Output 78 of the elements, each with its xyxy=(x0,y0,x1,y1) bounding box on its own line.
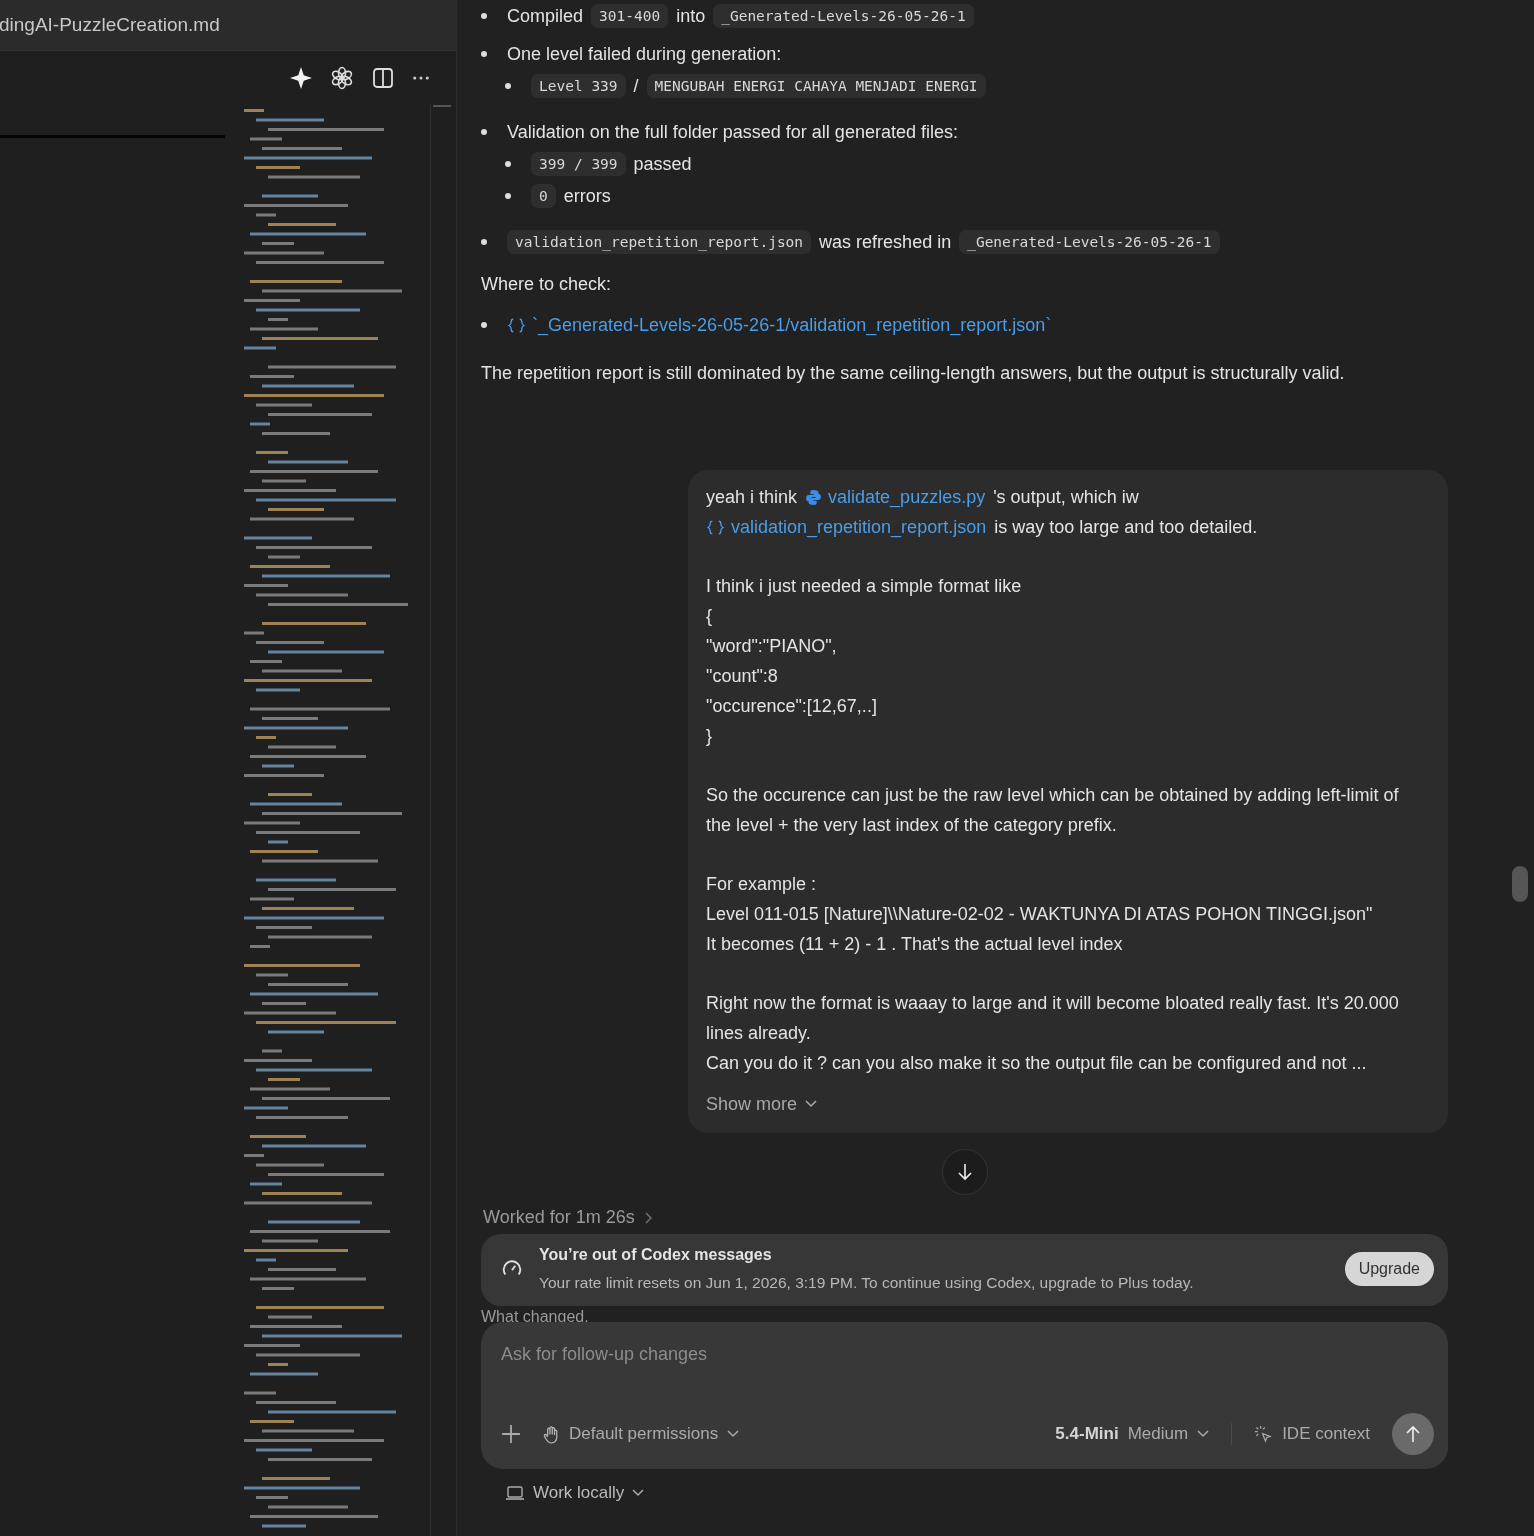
message-text: was refreshed in xyxy=(819,231,952,253)
chevron-right-icon xyxy=(644,1211,653,1224)
message-text: It becomes (11 + 2) - 1 . That's the actual level index xyxy=(706,933,1123,956)
inline-code: Level 339 xyxy=(531,74,626,98)
message-text: Compiled xyxy=(507,5,584,27)
chevron-down-icon xyxy=(805,1100,818,1108)
inline-code: _Generated-Levels-26-05-26-1 xyxy=(713,4,974,28)
bullet xyxy=(481,322,487,328)
message-text: } xyxy=(706,725,712,748)
worked-for-toggle[interactable]: Worked for 1m 26s xyxy=(483,1207,653,1228)
file-tab[interactable]: dingAI-PuzzleCreation.md xyxy=(0,14,220,36)
bullet xyxy=(481,13,487,19)
message-text: errors xyxy=(563,185,611,207)
bullet xyxy=(505,193,511,199)
message-text: is way too large and too detailed. xyxy=(994,516,1258,539)
message-text: One level failed during generation: xyxy=(507,43,782,65)
section-heading: Where to check: xyxy=(481,274,613,295)
message-text: Validation on the full folder passed for all generated files: xyxy=(507,121,958,143)
ide-context-toggle[interactable]: IDE context xyxy=(1254,1424,1370,1444)
arrow-up-icon xyxy=(1405,1425,1421,1443)
inline-code: 0 xyxy=(531,184,556,208)
message-text: / xyxy=(633,75,639,97)
send-button[interactable] xyxy=(1392,1413,1434,1455)
banner-message: Your rate limit resets on Jun 1, 2026, 3:19 PM. To continue using Codex, upgrade to Plus today. xyxy=(539,1274,1195,1292)
message-text: passed xyxy=(633,153,692,175)
message-text: So the occurence can just be the raw level which can be obtained by adding left-limit of the level + the very last index of the category prefix. xyxy=(706,784,1400,837)
python-icon xyxy=(805,488,823,506)
chevron-down-icon xyxy=(1197,1430,1210,1438)
chevron-down-icon xyxy=(632,1489,645,1497)
bullet xyxy=(481,129,487,135)
permissions-dropdown[interactable]: Default permissions xyxy=(543,1424,740,1444)
message-text: into xyxy=(676,5,706,27)
banner-title: You’re out of Codex messages xyxy=(539,1246,773,1264)
flower-knot-icon[interactable] xyxy=(330,66,354,90)
message-text: For example : xyxy=(706,873,817,896)
message-text: I think i just needed a simple format like xyxy=(706,575,1022,598)
scrollbar-thumb[interactable] xyxy=(1512,866,1528,902)
plus-icon[interactable] xyxy=(501,1424,521,1444)
upgrade-button[interactable]: Upgrade xyxy=(1344,1252,1434,1286)
message-text: "count":8 xyxy=(706,665,778,688)
model-dropdown[interactable]: 5.4-Mini Medium xyxy=(1055,1424,1210,1444)
inline-code: MENGUBAH ENERGI CAHAYA MENJADI ENERGI xyxy=(646,74,986,98)
scrollbar-thumb[interactable] xyxy=(433,105,451,107)
message-text: Right now the format is waaay to large and it will become bloated really fast. It's 20.000 lines already. xyxy=(706,992,1400,1045)
arrow-down-icon xyxy=(956,1163,973,1181)
chevron-down-icon xyxy=(727,1430,740,1438)
message-text: { xyxy=(706,605,712,628)
message-text: 's output, which iw xyxy=(993,486,1139,509)
bullet xyxy=(505,83,511,89)
split-view-icon[interactable] xyxy=(372,67,394,89)
message-text: "word":"PIANO", xyxy=(706,635,837,658)
bullet xyxy=(481,51,487,57)
show-more-button[interactable]: Show more xyxy=(706,1089,818,1119)
message-text: yeah i think xyxy=(706,486,798,509)
inline-code: _Generated-Levels-26-05-26-1 xyxy=(959,230,1220,254)
cursor-sparkle-icon xyxy=(1254,1424,1274,1444)
message-text: Can you do it ? can you also make it so the output file can be configured and not ... xyxy=(706,1052,1367,1075)
scroll-down-button[interactable] xyxy=(941,1149,988,1195)
inline-code: 301-400 xyxy=(591,4,669,28)
work-mode-dropdown[interactable]: Work locally xyxy=(505,1483,645,1503)
file-link[interactable]: validation_repetition_report.json xyxy=(706,512,987,542)
laptop-icon xyxy=(505,1485,525,1501)
summary-paragraph: The repetition report is still dominated by the same ceiling-length answers, but the output is structurally valid. xyxy=(481,363,1346,384)
braces-icon xyxy=(507,316,526,334)
file-link[interactable]: validate_puzzles.py xyxy=(805,482,986,512)
file-link[interactable]: `_Generated-Levels-26-05-26-1/validation_repetition_report.json` xyxy=(507,314,1052,336)
bullet xyxy=(481,239,487,245)
message-text: What changed. xyxy=(481,1308,590,1322)
bullet xyxy=(505,161,511,167)
more-icon[interactable] xyxy=(412,75,430,81)
message-text: "occurence":[12,67,..] xyxy=(706,695,877,718)
hand-icon xyxy=(543,1424,560,1444)
inline-code: 399 / 399 xyxy=(531,152,626,176)
prompt-input[interactable]: Ask for follow-up changes xyxy=(501,1344,1434,1365)
message-text: Level 011-015 [Nature]\\Nature-02-02 - WAKTUNYA DI ATAS POHON TINGGI.json" xyxy=(706,903,1373,926)
inline-code: validation_repetition_report.json xyxy=(507,230,812,254)
sparkle-icon[interactable] xyxy=(290,67,312,89)
braces-icon xyxy=(706,518,725,536)
